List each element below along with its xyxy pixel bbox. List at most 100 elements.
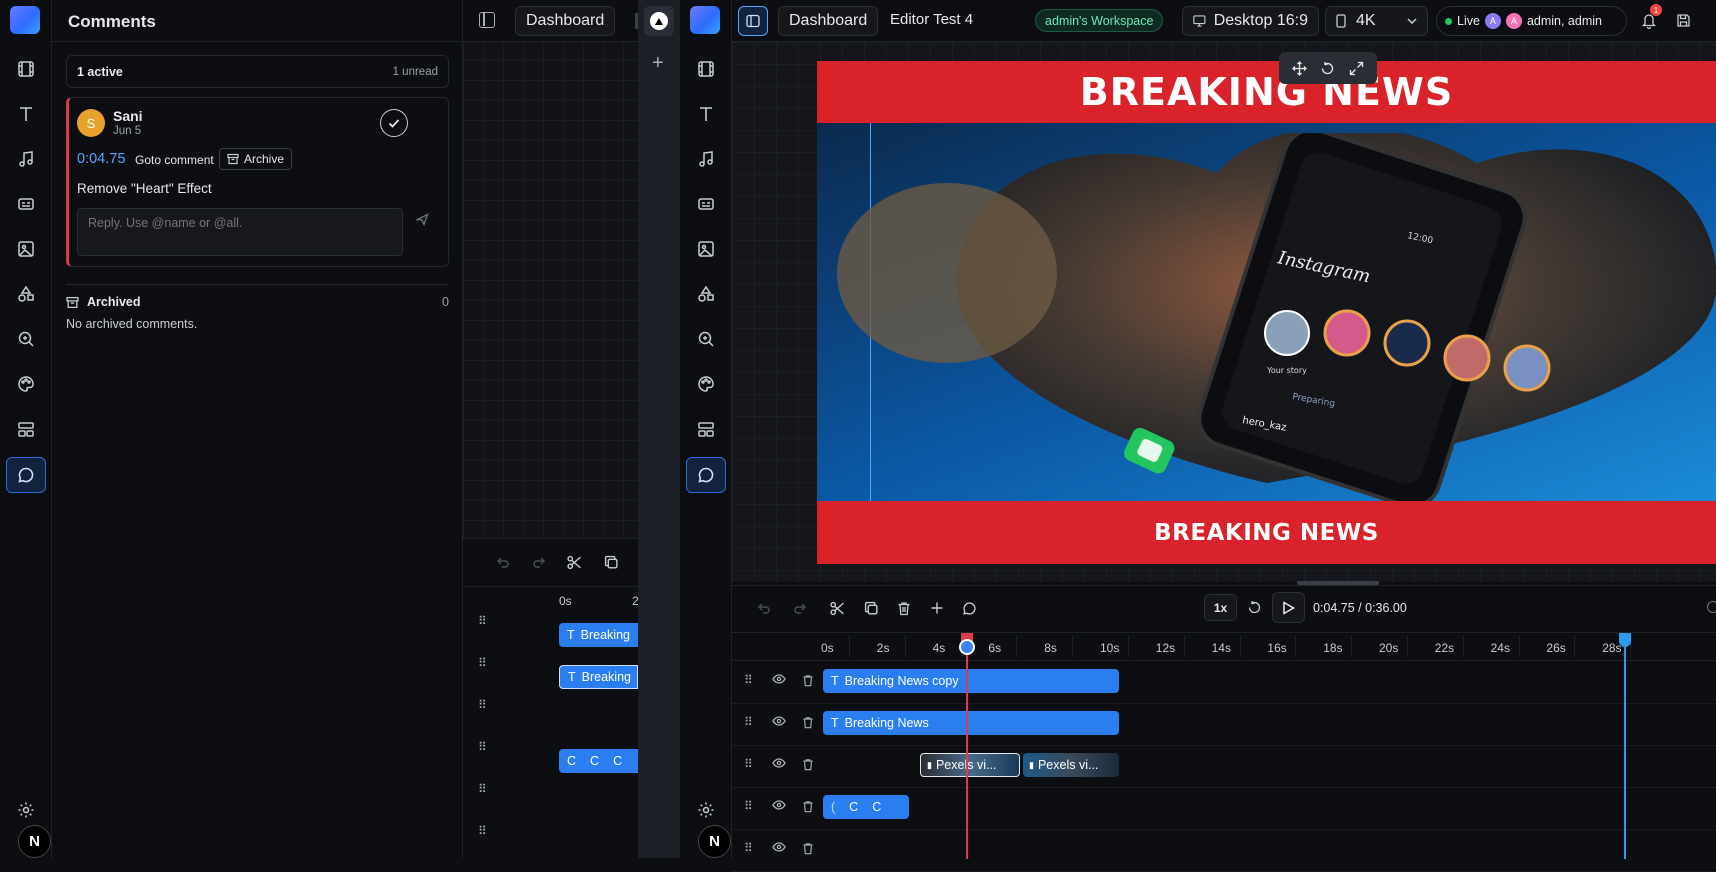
app-logo[interactable] [10, 6, 40, 34]
save-icon[interactable] [1676, 13, 1691, 28]
caption-icon[interactable] [692, 190, 720, 218]
palette-icon[interactable] [12, 370, 40, 398]
presence-pill[interactable]: Live A A admin, admin [1436, 6, 1627, 36]
send-icon[interactable] [416, 213, 429, 226]
text-icon[interactable] [12, 100, 40, 128]
image-icon[interactable] [12, 235, 40, 263]
caption-icon[interactable] [12, 190, 40, 218]
drag-handle-icon[interactable]: ⠿ [478, 782, 487, 796]
copy-icon[interactable] [864, 601, 879, 616]
comments-icon[interactable] [6, 457, 46, 493]
undo-icon[interactable] [757, 601, 771, 615]
drag-handle-icon[interactable]: ⠿ [744, 674, 753, 686]
eye-icon[interactable] [772, 674, 786, 684]
project-title[interactable]: Editor Test 4 [890, 11, 973, 28]
triangle-icon[interactable] [644, 6, 674, 36]
mid-dashboard-button[interactable]: Dashboard [515, 6, 616, 36]
clip-pexels-video-2[interactable]: ▮ Pexels vi... [1023, 753, 1119, 777]
reset-icon[interactable] [1247, 600, 1262, 615]
drag-handle-icon[interactable]: ⠿ [478, 698, 487, 712]
archived-header[interactable]: Archived 0 [66, 295, 449, 309]
image-icon[interactable] [692, 235, 720, 263]
move-icon[interactable] [1291, 60, 1307, 76]
eye-icon[interactable] [772, 800, 786, 810]
reply-input[interactable] [77, 208, 403, 256]
eye-icon[interactable] [772, 758, 786, 768]
dashboard-button[interactable]: Dashboard [778, 6, 879, 36]
gear-icon[interactable] [692, 796, 720, 824]
archive-button[interactable]: Archive [219, 148, 293, 170]
trash-icon[interactable] [802, 758, 814, 771]
comment-icon[interactable] [962, 601, 977, 616]
comments-icon[interactable] [686, 457, 726, 493]
drag-handle-icon[interactable]: ⠿ [478, 740, 487, 754]
copy-icon[interactable] [604, 555, 619, 570]
text-icon[interactable] [692, 100, 720, 128]
trash-icon[interactable] [802, 842, 814, 855]
goto-comment-link[interactable]: Goto comment [135, 153, 214, 167]
end-marker[interactable] [1619, 633, 1631, 647]
scissors-icon[interactable] [830, 601, 845, 616]
time-ruler[interactable]: 0s 2s 4s 6s 8s 10s 12s 14s 16s 18s 20s 22s 24s 26s 28s [732, 633, 1716, 661]
panel-toggle-icon[interactable] [738, 6, 768, 36]
comment-marker[interactable] [959, 639, 975, 655]
video-content[interactable]: Instagram 12:00 Your story Preparing her… [817, 123, 1716, 501]
clip-captions[interactable]: (C C [823, 795, 909, 819]
editor-logo[interactable] [690, 6, 720, 34]
drag-handle-icon[interactable]: ⠿ [744, 716, 753, 728]
comment-card[interactable]: S Sani Jun 5 0:04.75 Goto comment Archiv… [66, 97, 449, 267]
film-icon[interactable] [692, 55, 720, 83]
add-icon[interactable] [930, 601, 944, 615]
trash-icon[interactable] [802, 800, 814, 813]
workspace-badge[interactable]: admin's Workspace [1035, 9, 1164, 32]
play-button[interactable] [1272, 592, 1305, 623]
eye-icon[interactable] [772, 716, 786, 726]
sidebar-toggle-icon[interactable] [479, 12, 495, 28]
eye-icon[interactable] [772, 842, 786, 852]
redo-icon[interactable] [793, 601, 807, 615]
plus-icon[interactable]: + [652, 52, 664, 75]
clip-pexels-video-1[interactable]: ▮ Pexels vi... [920, 753, 1020, 777]
layout-icon[interactable] [692, 415, 720, 443]
redo-icon[interactable] [532, 555, 546, 569]
resolution-select[interactable]: 4K [1325, 6, 1428, 36]
rotate-icon[interactable] [1320, 61, 1335, 76]
user-avatar[interactable]: N [698, 825, 731, 858]
zoom-icon[interactable] [12, 325, 40, 353]
trash-icon[interactable] [802, 674, 814, 687]
comment-timestamp[interactable]: 0:04.75 [77, 151, 125, 167]
drag-handle-icon[interactable]: ⠿ [478, 656, 487, 670]
zoom-icon[interactable] [692, 325, 720, 353]
scissors-icon[interactable] [567, 555, 582, 570]
speed-button[interactable]: 1x [1204, 594, 1237, 621]
expand-icon[interactable] [1349, 61, 1364, 76]
drag-handle-icon[interactable]: ⠿ [744, 758, 753, 770]
mid-clip-breaking[interactable]: T Breaking [559, 623, 638, 647]
clip-breaking-news-copy[interactable]: T Breaking News copy [823, 669, 1119, 693]
device-select[interactable]: Desktop 16:9 [1182, 6, 1319, 36]
layout-icon[interactable] [12, 415, 40, 443]
undo-icon[interactable] [496, 555, 510, 569]
shapes-icon[interactable] [692, 280, 720, 308]
user-avatar[interactable]: N [18, 825, 51, 858]
clip-breaking-news[interactable]: T Breaking News [823, 711, 1119, 735]
film-icon[interactable] [12, 55, 40, 83]
gear-icon[interactable] [12, 796, 40, 824]
music-icon[interactable] [692, 145, 720, 173]
shapes-icon[interactable] [12, 280, 40, 308]
bottom-banner[interactable]: BREAKING NEWS [817, 501, 1716, 564]
playhead[interactable] [966, 633, 968, 859]
drag-handle-icon[interactable]: ⠿ [744, 842, 753, 854]
palette-icon[interactable] [692, 370, 720, 398]
trash-icon[interactable] [897, 601, 911, 616]
video-frame[interactable]: BREAKING NEWS Instagram 12:00 Your story… [817, 61, 1716, 564]
mid-clip-breaking-selected[interactable]: T Breaking [559, 665, 638, 689]
drag-handle-icon[interactable]: ⠿ [744, 800, 753, 812]
resolve-check-icon[interactable] [380, 109, 408, 137]
trash-icon[interactable] [802, 716, 814, 729]
top-banner[interactable]: BREAKING NEWS [817, 61, 1716, 123]
drag-handle-icon[interactable]: ⠿ [478, 614, 487, 628]
drag-handle-icon[interactable]: ⠿ [478, 824, 487, 838]
zoom-out-icon[interactable] [1707, 601, 1716, 613]
mid-clip-captions[interactable]: CCC [559, 749, 638, 773]
